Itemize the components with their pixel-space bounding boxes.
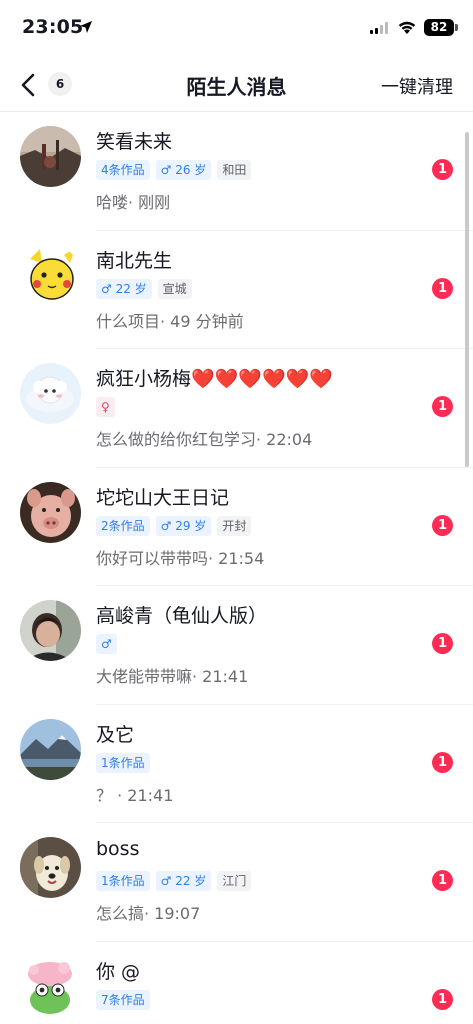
status-time: 23:05 [22,16,84,38]
profile-tags: ♂ [96,634,117,654]
conversation-row[interactable]: 笑看未来 4条作品 ♂ 26 岁和田 哈喽· 刚刚 1 [0,112,473,231]
gender-age-tag: ♂ 22 岁 [96,278,152,299]
cartoon-sheep-icon [20,363,81,424]
city-tag: 开封 [217,515,252,536]
battery-tip [455,24,458,31]
city-tag: 江门 [217,871,252,891]
profile-tags: 7条作品 [96,989,150,1010]
conversation-row[interactable]: 及它 1条作品 ？ · 21:41 1 [0,705,473,824]
message-preview: 什么项目· 49 分钟前 [96,311,244,331]
works-count-tag: 1条作品 [96,752,150,773]
clear-all-button[interactable]: 一键清理 [381,73,453,99]
wifi-icon [398,21,416,34]
gender-age-tag: ♂ 29 岁 [155,515,212,536]
works-count-tag: 2条作品 [96,515,150,536]
works-count-tag: 4条作品 [96,160,150,180]
landscape-photo-icon [20,126,81,187]
status-bar: 23:05 82 [0,0,473,60]
person-photo-icon [20,600,81,661]
works-count-tag: 1条作品 [96,871,150,891]
contact-name: 高峻青（龟仙人版） [96,605,268,627]
cartoon-pikachu-icon [20,244,81,306]
location-arrow-icon [80,21,92,33]
gender-age-tag: ♀ [96,397,115,417]
unread-badge: 1 [432,988,453,1010]
contact-name: 笑看未来 [96,131,173,153]
message-preview: 怎么做的给你红包学习· 22:04 [96,430,313,449]
profile-tags: ♀ [96,397,115,417]
message-preview: 哈喽· 刚刚 [96,193,171,212]
back-unread-count[interactable]: 6 [48,72,72,96]
avatar[interactable] [20,955,81,1017]
conversation-row[interactable]: 坨坨山大王日记 2条作品 ♂ 29 岁开封 你好可以带带吗· 21:54 1 [0,468,473,587]
back-chevron-icon[interactable] [14,70,44,100]
profile-tags: 1条作品 [96,752,150,773]
contact-name: 及它 [96,723,135,746]
cartoon-frog-icon [20,955,81,1017]
unread-badge: 1 [432,633,453,654]
profile-tags: ♂ 22 岁宣城 [96,278,192,299]
conversation-row[interactable]: 疯狂小杨梅❤️❤️❤️❤️❤️❤️ ♀ 怎么做的给你红包学习· 22:04 1 [0,349,473,468]
message-preview: ？ · 21:41 [96,785,174,805]
scrollbar[interactable] [465,132,469,467]
conversation-row[interactable]: 你 @ 7条作品 1 [0,942,473,1024]
contact-name: 疯狂小杨梅❤️❤️❤️❤️❤️❤️ [96,368,333,390]
nav-bar: 6 陌生人消息 一键清理 [0,60,473,112]
gender-age-tag: ♂ [96,634,117,654]
avatar[interactable] [20,837,81,898]
avatar[interactable] [20,363,81,424]
unread-badge: 1 [432,514,453,536]
works-count-tag: 7条作品 [96,989,150,1010]
gender-age-tag: ♂ 22 岁 [155,871,212,891]
contact-name: boss [96,838,140,860]
avatar[interactable] [20,126,81,187]
contact-name: 你 @ [96,960,141,983]
message-preview: 怎么搞· 19:07 [96,904,201,923]
message-preview: 大佬能带带嘛· 21:41 [96,667,249,686]
profile-tags: 2条作品 ♂ 29 岁开封 [96,515,252,536]
contact-name: 南北先生 [96,249,173,272]
mountain-lake-photo-icon [20,718,81,780]
conversation-row[interactable]: boss 1条作品 ♂ 22 岁江门 怎么搞· 19:07 1 [0,823,473,942]
profile-tags: 1条作品 ♂ 22 岁江门 [96,871,252,891]
avatar[interactable] [20,600,81,661]
contact-name: 坨坨山大王日记 [96,486,230,509]
battery-indicator: 82 [424,19,454,36]
city-tag: 宣城 [157,278,192,299]
conversation-list: 笑看未来 4条作品 ♂ 26 岁和田 哈喽· 刚刚 1 南北先生 ♂ 22 岁宣城 什么项目·… [0,112,473,1024]
pig-photo-icon [20,481,81,543]
profile-tags: 4条作品 ♂ 26 岁和田 [96,160,252,180]
dog-photo-icon [20,837,81,898]
avatar[interactable] [20,244,81,306]
unread-badge: 1 [432,277,453,299]
unread-badge: 1 [432,751,453,773]
conversation-row[interactable]: 南北先生 ♂ 22 岁宣城什么项目· 49 分钟前 1 [0,231,473,350]
unread-badge: 1 [432,870,453,891]
unread-badge: 1 [432,396,453,417]
message-preview: 你好可以带带吗· 21:54 [96,548,265,568]
gender-age-tag: ♂ 26 岁 [155,160,212,180]
avatar[interactable] [20,718,81,780]
cellular-signal-icon [370,22,388,34]
avatar[interactable] [20,481,81,543]
city-tag: 和田 [217,160,252,180]
unread-badge: 1 [432,159,453,180]
conversation-row[interactable]: 高峻青（龟仙人版） ♂ 大佬能带带嘛· 21:41 1 [0,586,473,705]
